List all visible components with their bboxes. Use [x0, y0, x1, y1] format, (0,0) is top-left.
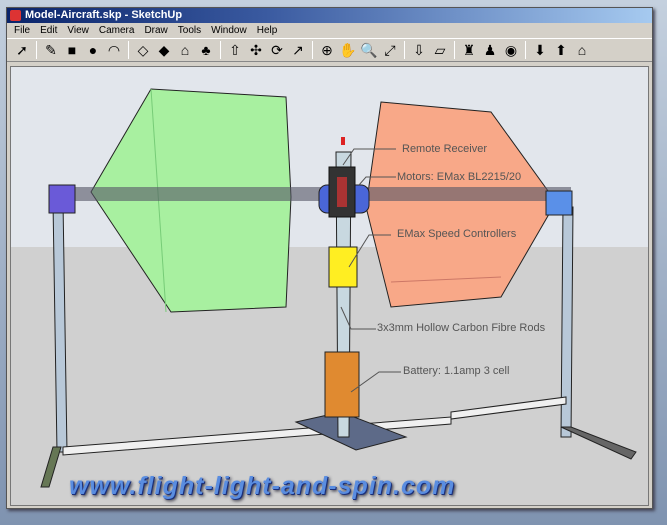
share-model-icon[interactable]: ▱ — [431, 41, 449, 59]
eraser-icon[interactable]: ◆ — [155, 41, 173, 59]
paint-bucket-icon[interactable]: ♣ — [197, 41, 215, 59]
tape-measure-icon[interactable]: ⌂ — [176, 41, 194, 59]
menu-bar: File Edit View Camera Draw Tools Window Help — [7, 23, 652, 38]
menu-edit[interactable]: Edit — [35, 23, 62, 38]
menu-help[interactable]: Help — [252, 23, 283, 38]
orbit-icon[interactable]: ⊕ — [318, 41, 336, 59]
share-component-icon[interactable]: ⬆ — [552, 41, 570, 59]
menu-window[interactable]: Window — [206, 23, 252, 38]
label-motors: Motors: EMax BL2215/20 — [397, 171, 522, 183]
model-scene — [11, 67, 648, 505]
label-battery: Battery: 1.1amp 3 cell — [403, 365, 510, 377]
label-remote-receiver: Remote Receiver — [402, 143, 487, 155]
toolbar: ➚ ✎ ■ ● ◠ ◇ ◆ ⌂ ♣ ⇧ ✣ ⟳ ↗ ⊕ ✋ 🔍 ⤢ ⇩ ▱ ♜ ♟ ◉ ⬇ ⬆ ⌂ — [7, 38, 652, 62]
zoom-icon[interactable]: 🔍 — [360, 41, 378, 59]
warehouse-icon[interactable]: ⌂ — [573, 41, 591, 59]
get-models-icon[interactable]: ⇩ — [410, 41, 428, 59]
menu-tools[interactable]: Tools — [173, 23, 206, 38]
menu-camera[interactable]: Camera — [94, 23, 140, 38]
arc-icon[interactable]: ◠ — [105, 41, 123, 59]
get-components-icon[interactable]: ⬇ — [531, 41, 549, 59]
drawing-viewport[interactable]: Remote Receiver Motors: EMax BL2215/20 E… — [10, 66, 649, 506]
menu-draw[interactable]: Draw — [139, 23, 172, 38]
zoom-extents-icon[interactable]: ⤢ — [381, 41, 399, 59]
add-location-icon[interactable]: ♜ — [460, 41, 478, 59]
watermark: www.flight-light-and-spin.com — [69, 472, 456, 500]
toolbar-separator — [454, 41, 455, 59]
menu-view[interactable]: View — [62, 23, 94, 38]
menu-file[interactable]: File — [9, 23, 35, 38]
rectangle-icon[interactable]: ■ — [63, 41, 81, 59]
select-icon[interactable]: ➚ — [13, 41, 31, 59]
pan-icon[interactable]: ✋ — [339, 41, 357, 59]
toolbar-separator — [128, 41, 129, 59]
circle-icon[interactable]: ● — [84, 41, 102, 59]
label-speed-controllers: EMax Speed Controllers — [397, 228, 517, 240]
label-carbon-rods: 3x3mm Hollow Carbon Fibre Rods — [377, 322, 546, 334]
offset-icon[interactable]: ↗ — [289, 41, 307, 59]
pencil-icon[interactable]: ✎ — [42, 41, 60, 59]
title-bar: Model-Aircraft.skp - SketchUp — [7, 8, 652, 23]
google-earth-icon[interactable]: ◉ — [502, 41, 520, 59]
move-icon[interactable]: ✣ — [247, 41, 265, 59]
app-icon — [10, 10, 21, 21]
toolbar-separator — [312, 41, 313, 59]
push-pull-icon[interactable]: ⇧ — [226, 41, 244, 59]
rotate-icon[interactable]: ⟳ — [268, 41, 286, 59]
toolbar-separator — [404, 41, 405, 59]
make-component-icon[interactable]: ◇ — [134, 41, 152, 59]
toolbar-separator — [36, 41, 37, 59]
sketchup-window: Model-Aircraft.skp - SketchUp File Edit Vi… — [6, 7, 653, 509]
toggle-terrain-icon[interactable]: ♟ — [481, 41, 499, 59]
window-title: Model-Aircraft.skp - SketchUp — [25, 9, 183, 21]
toolbar-separator — [220, 41, 221, 59]
toolbar-separator — [525, 41, 526, 59]
